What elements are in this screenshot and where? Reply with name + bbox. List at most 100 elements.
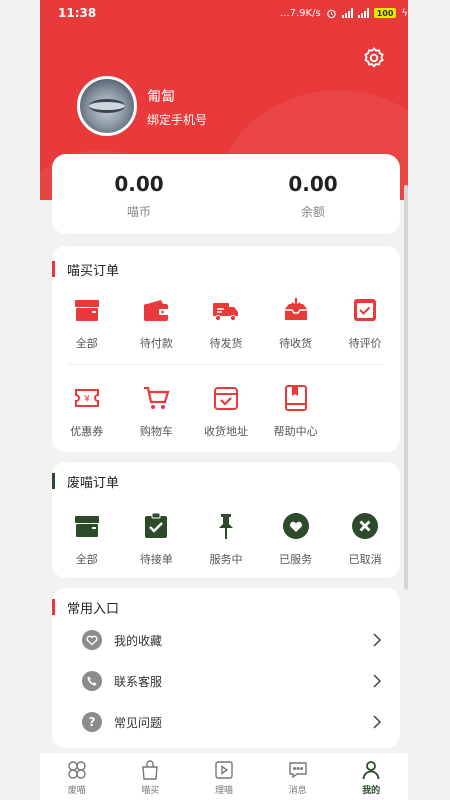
coin-label: 喵币 (126, 205, 151, 219)
waste-pending-label: 待接单 (139, 553, 173, 566)
pin-icon (218, 514, 233, 539)
nav-label: 喵买 (141, 786, 160, 796)
status-time: 11:38 (58, 6, 97, 20)
waste-in-service-button[interactable]: 服务中 (191, 512, 261, 567)
clover-icon (68, 761, 86, 779)
section-title: 常用入口 (52, 598, 120, 617)
bottom-nav: 废喵 喵买 理喵 消息 我的 (40, 752, 408, 800)
svg-text:¥: ¥ (84, 395, 90, 405)
clipboard-check-icon (145, 512, 168, 538)
avatar[interactable] (77, 76, 137, 136)
box-icon (74, 516, 99, 537)
alarm-icon (326, 9, 336, 18)
nav-label: 废喵 (67, 786, 86, 796)
order-unpaid-button[interactable]: 待付款 (122, 296, 192, 351)
order-unreviewed-label: 待评价 (348, 337, 382, 350)
chevron-right-icon (373, 715, 382, 729)
chevron-right-icon (373, 633, 382, 647)
section-title: 废喵订单 (52, 472, 120, 491)
waste-cancelled-label: 已取消 (348, 553, 382, 566)
waste-all-button[interactable]: 全部 (52, 512, 122, 567)
play-icon (215, 761, 233, 779)
question-icon: ? (82, 712, 102, 732)
common-entries-card: 常用入口 我的收藏 联系客服 ? 常见问题 (52, 588, 400, 748)
truck-icon (212, 303, 238, 322)
heart-icon (282, 513, 309, 539)
nav-label: 理喵 (214, 786, 233, 796)
nav-messages-tab[interactable]: 消息 (261, 753, 335, 800)
signal-icon (357, 8, 369, 18)
shopping-services-row: ¥ 优惠券 购物车 收货地址 帮助中心 (52, 384, 400, 439)
phone-icon (82, 671, 102, 691)
cancel-icon (352, 513, 379, 539)
waste-orders-card: 废喵订单 全部 待接单 服务中 已服务 已取消 (52, 462, 400, 578)
address-button[interactable]: 收货地址 (191, 384, 261, 439)
cart-button[interactable]: 购物车 (122, 384, 192, 439)
bag-icon (142, 760, 159, 780)
nav-profile-tab[interactable]: 我的 (334, 753, 408, 800)
waste-cancelled-button[interactable]: 已取消 (330, 512, 400, 567)
order-status-row: 全部 待付款 待发货 待收货 待评价 (52, 296, 400, 351)
cart-label: 购物车 (139, 425, 173, 438)
section-title-text: 喵买订单 (67, 263, 120, 279)
order-unreviewed-button[interactable]: 待评价 (330, 296, 400, 351)
waste-served-button[interactable]: 已服务 (261, 512, 331, 567)
waste-order-row: 全部 待接单 服务中 已服务 已取消 (52, 512, 400, 567)
faq-label: 常见问题 (114, 715, 163, 730)
section-title: 喵买订单 (52, 260, 120, 279)
order-unshipped-button[interactable]: 待发货 (191, 296, 261, 351)
balance-card: 0.00 喵币 0.00 余额 (52, 154, 400, 234)
gear-icon[interactable] (362, 46, 386, 70)
customer-service-label: 联系客服 (114, 674, 163, 689)
order-unshipped-label: 待发货 (209, 337, 243, 350)
nav-care-tab[interactable]: 理喵 (187, 753, 261, 800)
inbox-icon (284, 298, 307, 320)
nav-label: 我的 (362, 786, 381, 796)
network-speed: ...7.9K/s (280, 7, 321, 19)
nav-shop-tab[interactable]: 喵买 (114, 753, 188, 800)
scrollbar[interactable] (404, 185, 408, 590)
account-balance[interactable]: 0.00 余额 (226, 154, 400, 234)
review-icon (354, 299, 377, 321)
waste-all-label: 全部 (75, 553, 98, 566)
user-name: 匍匐 (147, 89, 175, 105)
favorites-label: 我的收藏 (114, 633, 163, 648)
cart-icon (144, 386, 170, 409)
chevron-right-icon (373, 674, 382, 688)
nav-label: 消息 (288, 786, 307, 796)
divider (68, 364, 384, 365)
section-title-text: 常用入口 (67, 601, 120, 617)
shopping-orders-card: 喵买订单 全部 待付款 待发货 待收货 待评价 ¥ 优惠券 购物车 收货地址 帮… (52, 246, 400, 452)
help-center-label: 帮助中心 (273, 425, 318, 438)
bind-phone-link[interactable]: 绑定手机号 (147, 111, 207, 128)
balance-value: 0.00 (288, 172, 338, 196)
order-all-button[interactable]: 全部 (52, 296, 122, 351)
phone-screen: 匍匐 绑定手机号 11:38 ...7.9K/s 100 ϟ 0.00 喵币 0… (0, 0, 450, 800)
favorites-item[interactable]: 我的收藏 (82, 626, 382, 654)
coupon-label: 优惠券 (70, 425, 104, 438)
signal-icon (341, 8, 353, 18)
battery-icon: 100 (373, 8, 397, 18)
balance-label: 余额 (300, 205, 325, 219)
waste-pending-button[interactable]: 待接单 (122, 512, 192, 567)
box-icon (74, 300, 99, 321)
faq-item[interactable]: ? 常见问题 (82, 708, 382, 736)
address-icon (213, 387, 238, 410)
coupon-icon: ¥ (74, 389, 99, 407)
chat-icon (288, 762, 307, 779)
customer-service-item[interactable]: 联系客服 (82, 667, 382, 695)
address-label: 收货地址 (203, 425, 248, 438)
help-center-button[interactable]: 帮助中心 (261, 384, 331, 439)
order-unreceived-button[interactable]: 待收货 (261, 296, 331, 351)
waste-served-label: 已服务 (279, 553, 313, 566)
person-icon (362, 761, 380, 780)
charging-icon: ϟ (401, 7, 408, 19)
order-all-label: 全部 (75, 337, 98, 350)
section-title-text: 废喵订单 (67, 475, 120, 491)
wallet-icon (144, 300, 169, 321)
coupon-button[interactable]: ¥ 优惠券 (52, 384, 122, 439)
nav-waste-tab[interactable]: 废喵 (40, 753, 114, 800)
coin-balance[interactable]: 0.00 喵币 (52, 154, 226, 234)
coin-value: 0.00 (114, 172, 164, 196)
waste-in-service-label: 服务中 (209, 553, 243, 566)
